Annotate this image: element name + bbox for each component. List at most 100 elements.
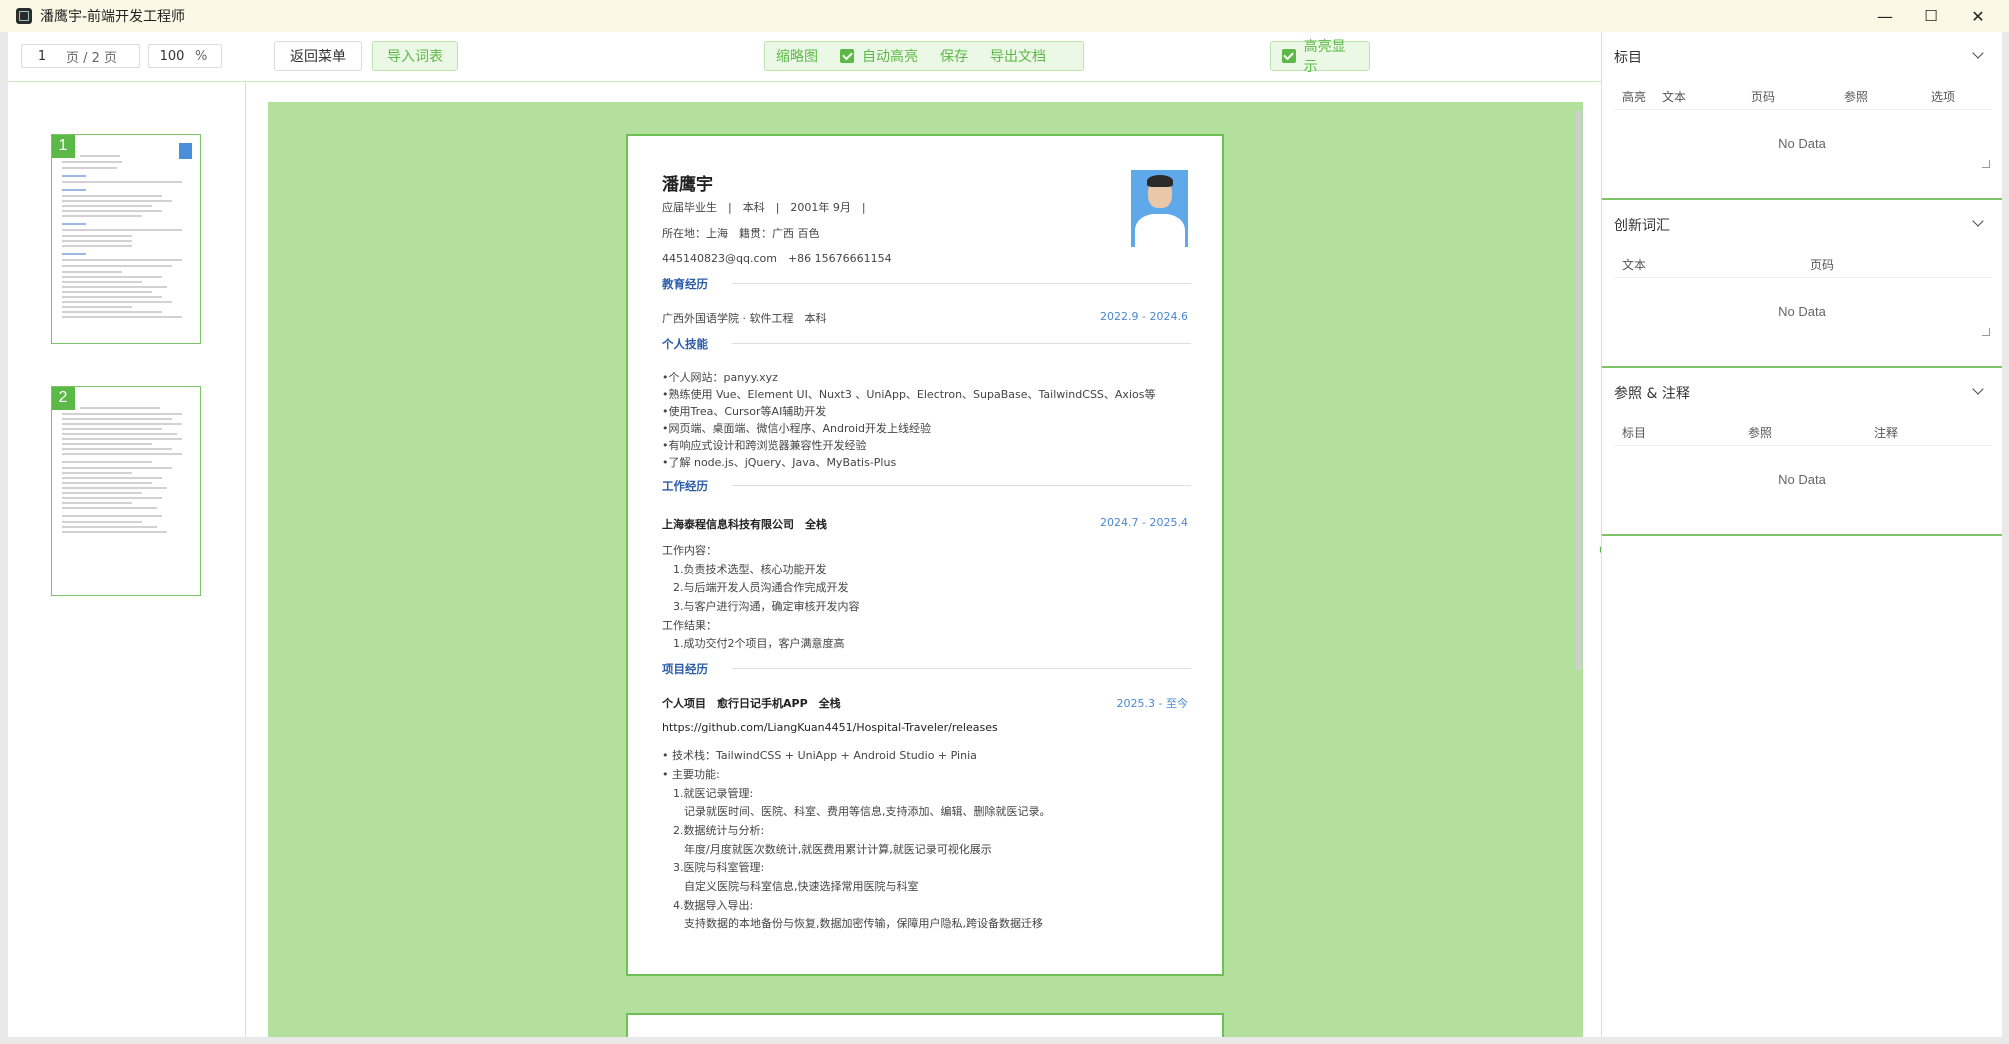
skill-item: •有响应式设计和跨浏览器兼容性开发经验 — [662, 439, 867, 452]
skill-item: •使用Trea、Cursor等AI辅助开发 — [662, 405, 827, 418]
maximize-button[interactable]: ☐ — [1908, 0, 1954, 32]
work-date: 2024.7 - 2025.4 — [1100, 516, 1188, 529]
column-header[interactable]: 注释 — [1874, 424, 1898, 441]
auto-highlight-label: 自动高亮 — [862, 49, 918, 65]
save-label: 保存 — [940, 49, 968, 65]
project-name: 个人项目 愈行日记手机APP 全栈 — [662, 697, 841, 710]
section-title: 创新词汇 — [1614, 218, 1670, 234]
thumbnail-page-2[interactable]: 2 — [51, 386, 201, 596]
empty-state: No Data — [1778, 136, 1826, 151]
chevron-down-icon[interactable] — [1972, 47, 1984, 59]
column-header[interactable]: 标目 — [1622, 424, 1646, 441]
back-menu-button[interactable]: 返回菜单 — [274, 41, 362, 71]
checkbox-checked-icon — [1282, 49, 1296, 63]
work-company: 上海泰程信息科技有限公司 全栈 — [662, 518, 827, 531]
education-date: 2022.9 - 2024.6 — [1100, 310, 1188, 323]
highlight-display-label: 高亮显示 — [1303, 39, 1346, 75]
project-line: • 主要功能: — [662, 768, 720, 781]
resume-name: 潘鹰宇 — [662, 175, 713, 195]
project-line: 3.医院与科室管理: — [662, 861, 765, 874]
checkbox-checked-icon — [840, 49, 854, 63]
column-header[interactable]: 参照 — [1748, 424, 1772, 441]
education-school: 广西外国语学院 · 软件工程 本科 — [662, 312, 827, 325]
project-url: https://github.com/LiangKuan4451/Hospita… — [662, 721, 998, 734]
annotation-panel: 标目 高亮 文本 页码 参照 选项 No Data 创新词汇 文本 页码 No … — [1601, 32, 2002, 1037]
thumbnail-number: 2 — [52, 387, 75, 410]
auto-highlight-checkbox[interactable]: 自动高亮 — [829, 42, 929, 70]
section-title-skills: 个人技能 — [662, 337, 708, 351]
title-bar: 潘鹰宇-前端开发工程师 — ☐ ✕ — [0, 0, 2009, 32]
column-header[interactable]: 文本 — [1622, 256, 1646, 273]
minimize-button[interactable]: — — [1862, 0, 1908, 32]
save-button[interactable]: 保存 — [929, 42, 979, 70]
skill-item: •了解 node.js、jQuery、Java、MyBatis-Plus — [662, 456, 897, 469]
zoom-value[interactable]: 100 — [149, 49, 195, 64]
project-date: 2025.3 - 至今 — [1116, 697, 1188, 710]
document-page-1: 潘鹰宇 应届毕业生 | 本科 | 2001年 9月 | 所在地：上海 籍贯：广西… — [626, 134, 1224, 976]
document-page-2 — [626, 1013, 1224, 1037]
work-line: 工作内容： — [662, 544, 717, 557]
project-line: 支持数据的本地备份与恢复,数据加密传输，保障用户隐私,跨设备数据迁移 — [662, 917, 1043, 930]
column-header[interactable]: 文本 — [1662, 88, 1686, 105]
column-header[interactable]: 选项 — [1931, 88, 1955, 105]
thumbnail-number: 1 — [52, 135, 75, 158]
thumbnail-panel: 1 2 — [8, 82, 246, 1037]
page-input[interactable]: 1 页 / 2 页 — [21, 44, 140, 68]
resume-info-location: 所在地：上海 籍贯：广西 百色 — [662, 227, 820, 240]
window-title: 潘鹰宇-前端开发工程师 — [40, 9, 186, 25]
thumbnail-photo — [179, 143, 192, 159]
import-vocab-button[interactable]: 导入词表 — [372, 41, 458, 71]
highlight-display-group: 高亮显示 — [1270, 39, 1370, 75]
highlight-display-checkbox[interactable]: 高亮显示 — [1271, 39, 1369, 75]
thumbnail-label: 缩略图 — [776, 49, 818, 65]
empty-state: No Data — [1778, 472, 1826, 487]
section-innovative-terms: 创新词汇 文本 页码 No Data — [1602, 200, 2002, 368]
project-line: 2.数据统计与分析: — [662, 824, 765, 837]
resize-handle[interactable] — [1982, 160, 1990, 168]
column-header[interactable]: 页码 — [1810, 256, 1834, 273]
close-button[interactable]: ✕ — [1955, 0, 2001, 32]
export-label: 导出文档 — [990, 49, 1046, 65]
main-toolbar: 返回菜单 导入词表 缩略图 自动高亮 保存 导出文档 高亮显示 — [246, 32, 1601, 82]
project-line: 1.就医记录管理: — [662, 787, 754, 800]
section-title: 参照 & 注释 — [1614, 386, 1690, 402]
pager-toolbar: 1 页 / 2 页 100 % — [8, 32, 246, 82]
section-title-project: 项目经历 — [662, 662, 708, 676]
profile-photo — [1131, 170, 1188, 247]
column-header[interactable]: 高亮 — [1622, 88, 1646, 105]
chevron-down-icon[interactable] — [1972, 215, 1984, 227]
app-icon — [16, 8, 32, 24]
resize-handle[interactable] — [1982, 328, 1990, 336]
section-references: 参照 & 注释 标目 参照 注释 No Data — [1602, 368, 2002, 536]
section-title-education: 教育经历 — [662, 277, 708, 291]
column-header[interactable]: 参照 — [1844, 88, 1868, 105]
zoom-input[interactable]: 100 % — [148, 44, 222, 68]
export-doc-button[interactable]: 导出文档 — [979, 42, 1057, 70]
work-line: 1.负责技术选型、核心功能开发 — [662, 563, 827, 576]
viewer-scrollbar[interactable] — [1576, 110, 1581, 670]
document-viewer[interactable]: 潘鹰宇 应届毕业生 | 本科 | 2001年 9月 | 所在地：上海 籍贯：广西… — [268, 102, 1583, 1037]
thumbnail-toggle-button[interactable]: 缩略图 — [765, 42, 829, 70]
page-total: 页 / 2 页 — [66, 50, 118, 66]
thumbnail-page-1[interactable]: 1 — [51, 134, 201, 344]
project-line: • 技术栈：TailwindCSS + UniApp + Android Stu… — [662, 749, 977, 762]
section-title-work: 工作经历 — [662, 479, 708, 493]
section-title: 标目 — [1614, 50, 1642, 66]
table-header: 文本 页码 — [1614, 248, 1992, 278]
project-line: 记录就医时间、医院、科室、费用等信息,支持添加、编辑、删除就医记录。 — [662, 805, 1051, 818]
skill-item: •熟练使用 Vue、Element UI、Nuxt3 、UniApp、Elect… — [662, 388, 1156, 401]
app-window: 潘鹰宇-前端开发工程师 — ☐ ✕ 1 页 / 2 页 100 % 1 2 返回… — [0, 0, 2009, 1044]
column-header[interactable]: 页码 — [1751, 88, 1775, 105]
chevron-down-icon[interactable] — [1972, 383, 1984, 395]
page-number[interactable]: 1 — [22, 49, 62, 64]
resume-info-basic: 应届毕业生 | 本科 | 2001年 9月 | — [662, 201, 866, 214]
skill-item: •网页端、桌面端、微信小程序、Android开发上线经验 — [662, 422, 932, 435]
work-line: 工作结果： — [662, 619, 717, 632]
work-line: 3.与客户进行沟通，确定审核开发内容 — [662, 600, 860, 613]
project-line: 年度/月度就医次数统计,就医费用累计计算,就医记录可视化展示 — [662, 843, 992, 856]
project-line: 自定义医院与科室信息,快速选择常用医院与科室 — [662, 880, 919, 893]
resume-info-contact: 445140823@qq.com +86 15676661154 — [662, 252, 892, 265]
project-line: 4.数据导入导出: — [662, 899, 754, 912]
zoom-unit: % — [195, 48, 208, 64]
skill-item: •个人网站：panyy.xyz — [662, 371, 778, 384]
